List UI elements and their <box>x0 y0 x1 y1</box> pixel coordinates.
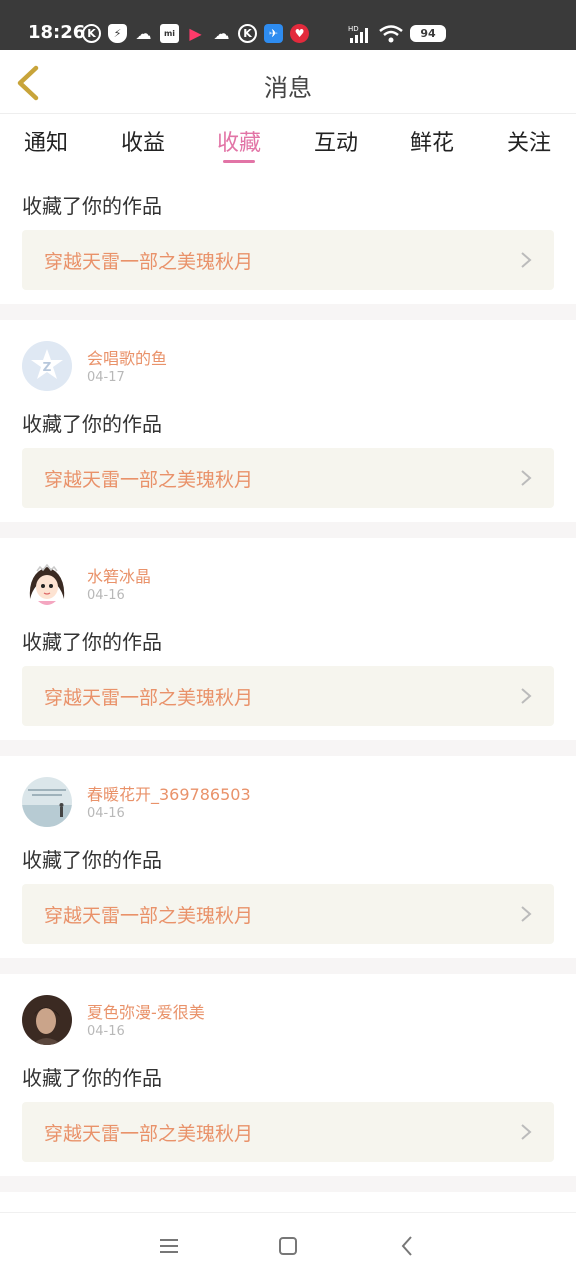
date: 04-16 <box>87 1024 125 1039</box>
work-title: 穿越天雷一部之美瑰秋月 <box>44 687 254 709</box>
work-link[interactable]: 穿越天雷一部之美瑰秋月 <box>22 230 554 290</box>
list-item: 水箬冰晶 04-16 收藏了你的作品 穿越天雷一部之美瑰秋月 <box>0 538 576 740</box>
chevron-right-icon <box>521 252 532 268</box>
shield-icon: ⚡ <box>108 24 127 43</box>
username[interactable]: 会唱歌的鱼 <box>87 345 167 369</box>
action-text: 收藏了你的作品 <box>22 412 162 436</box>
work-link[interactable]: 穿越天雷一部之美瑰秋月 <box>22 1102 554 1162</box>
mi-app-icon: mi <box>160 24 179 43</box>
work-link[interactable]: 穿越天雷一部之美瑰秋月 <box>22 448 554 508</box>
separator <box>0 1176 576 1192</box>
work-title: 穿越天雷一部之美瑰秋月 <box>44 251 254 273</box>
chevron-right-icon <box>521 906 532 922</box>
heart-app-icon: ♥ <box>290 24 309 43</box>
action-text: 收藏了你的作品 <box>22 194 162 218</box>
system-nav-bar <box>0 1212 576 1280</box>
tab-favorites[interactable]: 收藏 <box>204 125 274 157</box>
separator <box>0 304 576 320</box>
status-time: 18:26 <box>28 22 86 43</box>
date: 04-17 <box>87 370 125 385</box>
tab-earnings[interactable]: 收益 <box>108 125 178 157</box>
separator <box>0 958 576 974</box>
default-avatar-icon: Z <box>22 341 72 391</box>
list-item: 收藏了你的作品 穿越天雷一部之美瑰秋月 <box>0 171 576 304</box>
k-app-icon: K <box>82 24 101 43</box>
battery-indicator: 94 <box>410 25 446 42</box>
chevron-right-icon <box>521 1124 532 1140</box>
work-title: 穿越天雷一部之美瑰秋月 <box>44 1123 254 1145</box>
separator <box>0 740 576 756</box>
list-item: 夏色弥漫-爱很美 04-16 收藏了你的作品 穿越天雷一部之美瑰秋月 <box>0 974 576 1176</box>
k-app-icon-2: K <box>238 24 257 43</box>
status-bar: 18:26 K ⚡ ☁ mi ▶ ☁ K ✈ ♥ HD 94 <box>0 0 576 50</box>
username[interactable]: 夏色弥漫-爱很美 <box>87 999 205 1023</box>
username[interactable]: 水箬冰晶 <box>87 563 151 587</box>
work-link[interactable]: 穿越天雷一部之美瑰秋月 <box>22 884 554 944</box>
tab-interactions[interactable]: 互动 <box>301 125 371 157</box>
avatar[interactable] <box>22 995 72 1045</box>
work-link[interactable]: 穿越天雷一部之美瑰秋月 <box>22 666 554 726</box>
separator <box>0 522 576 538</box>
action-text: 收藏了你的作品 <box>22 1066 162 1090</box>
notification-icons: K ⚡ ☁ mi ▶ ☁ K ✈ ♥ <box>82 24 309 43</box>
tab-flowers[interactable]: 鲜花 <box>397 125 467 157</box>
page-title: 消息 <box>264 74 312 102</box>
wifi-icon <box>379 25 403 43</box>
list-item: Z 会唱歌的鱼 04-17 收藏了你的作品 穿越天雷一部之美瑰秋月 <box>0 320 576 522</box>
work-title: 穿越天雷一部之美瑰秋月 <box>44 905 254 927</box>
svg-text:HD: HD <box>348 25 359 33</box>
action-text: 收藏了你的作品 <box>22 848 162 872</box>
avatar[interactable] <box>22 559 72 609</box>
signal-icon: HD <box>348 25 368 43</box>
active-tab-indicator <box>223 160 255 163</box>
header: 消息 <box>0 50 576 114</box>
username[interactable]: 春暖花开_369786503 <box>87 781 251 805</box>
landscape-avatar <box>22 777 72 827</box>
home-icon[interactable] <box>279 1237 297 1255</box>
video-app-icon: ▶ <box>189 24 202 43</box>
date: 04-16 <box>87 588 125 603</box>
action-text: 收藏了你的作品 <box>22 630 162 654</box>
menu-icon[interactable] <box>160 1238 178 1254</box>
portrait-avatar <box>22 995 72 1045</box>
weibo-icon: ☁ <box>213 24 230 43</box>
list-item: 春暖花开_369786503 04-16 收藏了你的作品 穿越天雷一部之美瑰秋月 <box>0 756 576 958</box>
avatar[interactable]: Z <box>22 341 72 391</box>
cartoon-girl-avatar <box>22 559 72 609</box>
wechat-icon: ☁ <box>135 24 152 43</box>
work-title: 穿越天雷一部之美瑰秋月 <box>44 469 254 491</box>
chevron-right-icon <box>521 470 532 486</box>
tab-notifications[interactable]: 通知 <box>11 125 81 157</box>
tab-bar: 通知 收益 收藏 互动 鲜花 关注 <box>0 115 576 171</box>
svg-text:Z: Z <box>43 360 52 374</box>
avatar[interactable] <box>22 777 72 827</box>
date: 04-16 <box>87 806 125 821</box>
feather-app-icon: ✈ <box>264 24 283 43</box>
chevron-right-icon <box>521 688 532 704</box>
tab-following[interactable]: 关注 <box>494 125 564 157</box>
back-icon[interactable] <box>400 1235 414 1257</box>
